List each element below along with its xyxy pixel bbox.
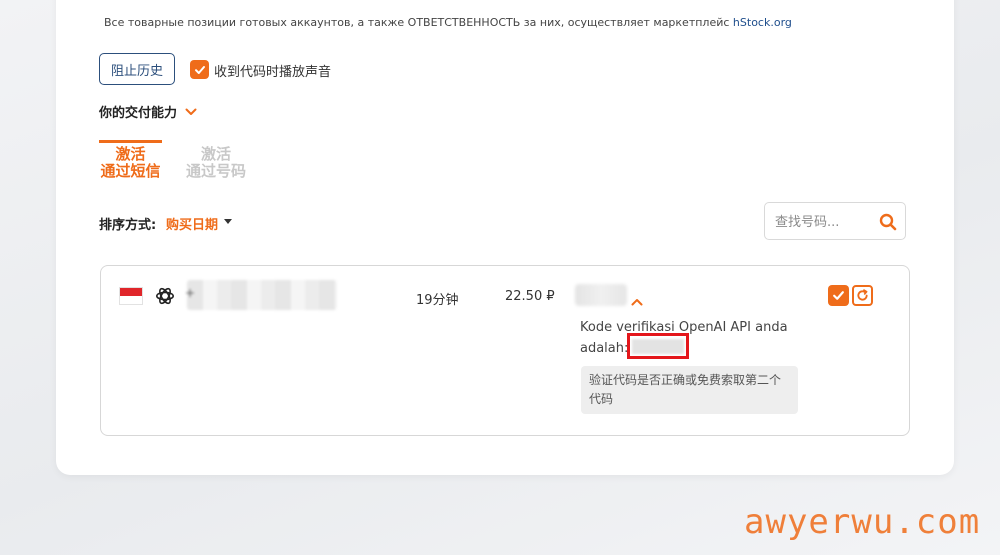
- order-price: 22.50 ₽: [505, 289, 555, 304]
- request-new-code-button[interactable]: [852, 285, 873, 306]
- phone-prefix: +: [185, 286, 196, 300]
- chevron-down-icon: [185, 108, 197, 115]
- search-icon[interactable]: [879, 213, 897, 235]
- delivery-capability-toggle[interactable]: 你的交付能力: [99, 102, 197, 121]
- tab-number-activation[interactable]: 激活 通过号码: [183, 146, 249, 180]
- openai-icon: [154, 285, 176, 311]
- delivery-label: 你的交付能力: [99, 106, 178, 121]
- site-watermark: awyerwu.com: [744, 502, 981, 542]
- caret-down-icon[interactable]: [224, 219, 232, 224]
- tab-number-line2: 通过号码: [185, 162, 246, 180]
- marketplace-notice: Все товарные позиции готовых аккаунтов, …: [104, 16, 792, 29]
- complete-order-button[interactable]: [828, 285, 849, 306]
- check-icon: [194, 65, 205, 74]
- sort-dropdown[interactable]: 购买日期: [166, 214, 218, 233]
- hstock-link[interactable]: hStock.org: [733, 16, 792, 29]
- search-box: [764, 202, 906, 240]
- tab-number-line1: 激活: [200, 145, 231, 163]
- tab-sms-activation[interactable]: 激活 通过短信: [99, 146, 162, 180]
- code-highlight-box: [627, 333, 689, 359]
- tab-sms-line1: 激活: [115, 145, 146, 163]
- tab-sms-line2: 通过短信: [100, 162, 161, 180]
- refresh-icon: [857, 289, 868, 301]
- sound-checkbox[interactable]: [190, 60, 209, 79]
- notice-text: Все товарные позиции готовых аккаунтов, …: [104, 16, 733, 29]
- sound-checkbox-label[interactable]: 收到代码时播放声音: [214, 61, 331, 80]
- search-input[interactable]: [773, 212, 873, 232]
- phone-number-blurred: +: [185, 280, 337, 310]
- verify-code-hint[interactable]: 验证代码是否正确或免费索取第二个代码: [581, 366, 798, 414]
- sort-label: 排序方式:: [99, 218, 157, 233]
- indonesia-flag-icon: [119, 287, 143, 305]
- chevron-up-icon[interactable]: [631, 291, 643, 310]
- order-status-blurred: [575, 284, 627, 306]
- order-duration: 19分钟: [416, 293, 459, 308]
- active-tab-indicator: [99, 140, 162, 143]
- check-icon: [833, 291, 844, 300]
- block-history-button[interactable]: 阻止历史: [99, 53, 175, 85]
